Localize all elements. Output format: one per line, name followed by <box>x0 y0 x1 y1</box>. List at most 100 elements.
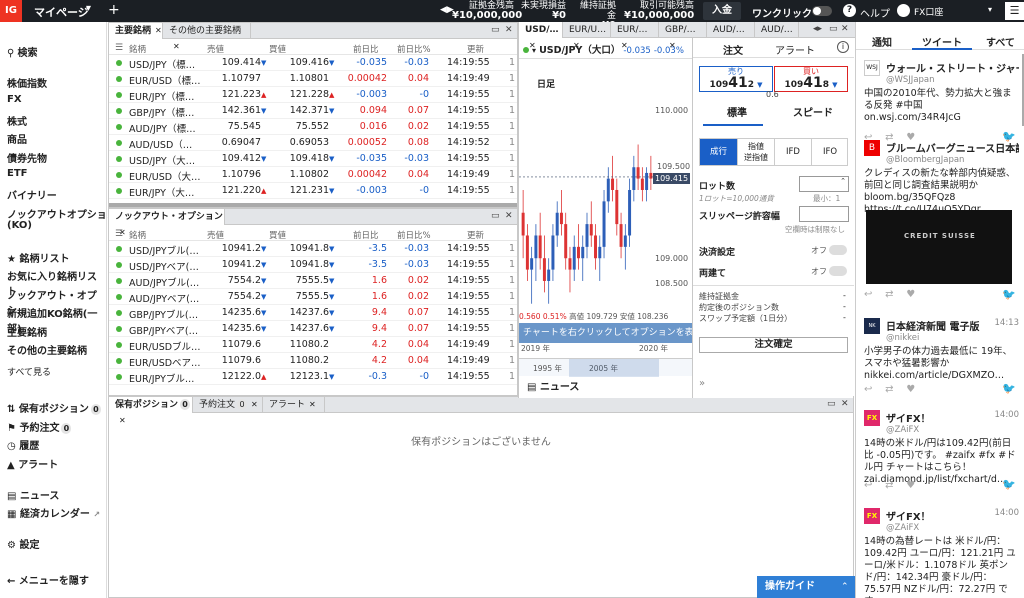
menu-icon[interactable]: ☰ <box>1005 2 1024 20</box>
sell-price[interactable]: 109.412 ▼ <box>203 153 267 164</box>
sell-price[interactable]: 10941.2 ▼ <box>203 243 267 254</box>
table-row[interactable]: GBP/JPYベア(… 14235.6 ▼ 14237.6 ▼ 9.4 0.07 14:1… <box>109 321 517 337</box>
table-row[interactable]: USD/JPY（大… 109.412 ▼ 109.418 ▼ -0.035 -0.03 1… <box>109 151 517 167</box>
buy-price[interactable]: 109.416 ▼ <box>267 57 335 68</box>
buy-price[interactable]: 10941.8 ▼ <box>267 259 335 270</box>
sidebar-item-commodities[interactable]: 商品 <box>7 131 27 146</box>
table-row[interactable]: GBP/JPYブル(… 14235.6 ▼ 14237.6 ▼ 9.4 0.07 14:1… <box>109 305 517 321</box>
sell-button[interactable]: 売り 109412 ▼ <box>699 66 773 92</box>
sell-price[interactable]: 121.223 ▲ <box>203 89 267 100</box>
buy-price[interactable]: 12123.1 ▼ <box>267 371 335 382</box>
instrument-name[interactable]: AUD/JPYベア(… <box>129 291 199 305</box>
sell-price[interactable]: 1.10797 <box>203 73 261 84</box>
sidebar-item-bonds[interactable]: 債券先物 <box>7 150 47 165</box>
close-icon[interactable]: ✕ <box>309 400 316 409</box>
history-link[interactable]: ◷ 履歴 <box>7 437 39 452</box>
buy-price[interactable]: 7555.5 ▼ <box>267 275 335 286</box>
news-bar[interactable]: ▤ ニュース <box>527 378 579 393</box>
instrument-name[interactable]: EUR/USDブル… <box>129 339 201 353</box>
sell-price[interactable]: 11079.6 <box>203 355 261 366</box>
hide-menu-link[interactable]: ← メニューを隠す <box>7 572 89 587</box>
buy-price[interactable]: 109.418 ▼ <box>267 153 335 164</box>
guide-button[interactable]: 操作ガイド <box>757 576 841 598</box>
buy-price[interactable]: 1.10802 <box>267 169 329 180</box>
close-icon[interactable]: ✕ <box>505 211 513 221</box>
sidebar-item-binary[interactable]: バイナリー <box>7 187 57 202</box>
instrument-name[interactable]: AUD/JPYブル(… <box>129 275 199 289</box>
table-row[interactable]: EUR/JPY（標… 121.223 ▲ 121.228 ▲ -0.003 -0 14:1… <box>109 87 517 103</box>
sell-price[interactable]: 14235.6 ▼ <box>203 307 267 318</box>
instrument-name[interactable]: EUR/USD（大… <box>129 169 201 183</box>
buy-price[interactable]: 7555.5 ▼ <box>267 291 335 302</box>
news-link[interactable]: ▤ ニュース <box>7 487 59 502</box>
table-row[interactable]: AUD/USD（… 0.69047 0.69053 0.00052 0.08 14:1… <box>109 135 517 151</box>
table-row[interactable]: EUR/USDブル… 11079.6 11080.2 4.2 0.04 14:19:4… <box>109 337 517 353</box>
tab-orders[interactable]: 予約注文 0 ✕ <box>193 397 263 413</box>
table-row[interactable]: EUR/USD（大… 1.10796 1.10802 0.00042 0.04 14:… <box>109 167 517 183</box>
sell-price[interactable]: 0.69047 <box>203 137 261 148</box>
watchlist-other-major[interactable]: その他の主要銘柄 <box>7 342 87 357</box>
account-selector[interactable]: FX口座 <box>914 5 943 18</box>
ig-logo[interactable]: IG <box>0 0 22 22</box>
mypage-menu[interactable]: マイページ <box>34 4 89 20</box>
buy-price[interactable]: 75.552 <box>267 121 329 132</box>
maximize-icon[interactable]: ▭ <box>491 211 500 221</box>
slippage-input[interactable] <box>799 206 849 222</box>
close-icon[interactable]: ✕ <box>119 416 126 425</box>
settings-link[interactable]: ⚙ 設定 <box>7 536 39 551</box>
tweet-actions[interactable]: ↩ ⇄ ♥ <box>864 480 915 491</box>
tab-positions[interactable]: 保有ポジション 0✕ <box>109 397 193 425</box>
orders-link[interactable]: ⚑ 予約注文 0 <box>7 419 72 434</box>
tab-other-major[interactable]: その他の主要銘柄✕ <box>163 23 251 51</box>
table-row[interactable]: EUR/USD（標… 1.10797 1.10801 0.00042 0.04 14:… <box>109 71 517 87</box>
buy-price[interactable]: 121.231 ▼ <box>267 185 335 196</box>
type-ifo[interactable]: IFO <box>811 139 848 165</box>
drag-handle-icon[interactable]: ☰ <box>115 229 123 239</box>
sidebar-item-stocks[interactable]: 株式 <box>7 113 27 128</box>
user-icon[interactable] <box>897 4 910 17</box>
tweet-image[interactable]: CREDIT SUISSE <box>866 210 1012 284</box>
maximize-icon[interactable]: ▭ <box>829 24 838 34</box>
sell-price[interactable]: 75.545 <box>203 121 261 132</box>
sidebar-item-indices[interactable]: 株価指数 <box>7 75 47 90</box>
buy-price[interactable]: 0.69053 <box>267 137 329 148</box>
type-ifd[interactable]: IFD <box>774 139 811 165</box>
confirm-order-button[interactable]: 注文確定 <box>699 337 848 353</box>
instrument-name[interactable]: GBP/JPYベア(… <box>129 323 198 337</box>
tab-eurusd[interactable]: EUR/U…✕ <box>563 22 611 50</box>
buy-price[interactable]: 1.10801 <box>267 73 329 84</box>
instrument-name[interactable]: EUR/JPY（大… <box>129 185 194 199</box>
tweet[interactable]: FX ザイFX！ @ZAiFX 14:00 14時の米ドル/円は109.42円(前… <box>864 410 1019 490</box>
instrument-name[interactable]: USD/JPY（大… <box>129 153 195 167</box>
chevron-up-icon[interactable]: ⌃ <box>841 576 855 598</box>
expand-icon[interactable]: » <box>699 378 705 389</box>
alerts-link[interactable]: ▲ アラート <box>7 456 58 471</box>
buy-price[interactable]: 11080.2 <box>267 355 329 366</box>
chevron-down-icon[interactable]: ▾ <box>532 46 536 55</box>
buy-price[interactable]: 142.371 ▼ <box>267 105 335 116</box>
sell-price[interactable]: 14235.6 ▼ <box>203 323 267 334</box>
mode-standard[interactable]: 標準 <box>727 104 747 119</box>
sell-price[interactable]: 7554.2 ▼ <box>203 275 267 286</box>
table-row[interactable]: EUR/USDベア… 11079.6 11080.2 4.2 0.04 14:19:4… <box>109 353 517 369</box>
add-tab-icon[interactable]: + <box>108 2 120 18</box>
table-row[interactable]: AUD/JPYブル(… 7554.2 ▼ 7555.5 ▼ 1.6 0.02 14:19:… <box>109 273 517 289</box>
instrument-name[interactable]: GBP/JPY（標… <box>129 105 194 119</box>
tab-gbpjpy[interactable]: GBP/…✕ <box>659 22 707 50</box>
instrument-name[interactable]: EUR/JPYブル… <box>129 371 194 385</box>
watchlist-major[interactable]: 主要銘柄 <box>7 324 47 339</box>
tab-order[interactable]: 注文 <box>723 42 743 57</box>
twitter-bird-icon[interactable]: 🐦 <box>1002 382 1016 395</box>
instrument-name[interactable]: USD/JPYベア(… <box>129 259 199 273</box>
maximize-icon[interactable]: ▭ <box>491 25 500 35</box>
type-market[interactable]: 成行 <box>700 139 737 165</box>
tweet-actions[interactable]: ↩ ⇄ ♥ <box>864 289 915 300</box>
sell-price[interactable]: 12122.0 ▲ <box>203 371 267 382</box>
chevron-down-icon[interactable]: ▾ <box>988 5 992 14</box>
tweet[interactable]: B ブルームバーグニュース日本語版@BloombergJapan クレディスの新… <box>864 140 1019 215</box>
help-link[interactable]: ヘルプ <box>860 5 890 20</box>
settle-toggle[interactable] <box>829 245 847 255</box>
info-icon[interactable]: i <box>837 41 849 53</box>
instrument-name[interactable]: USD/JPYブル(… <box>129 243 199 257</box>
instrument-name[interactable]: USD/JPY（標… <box>129 57 195 71</box>
